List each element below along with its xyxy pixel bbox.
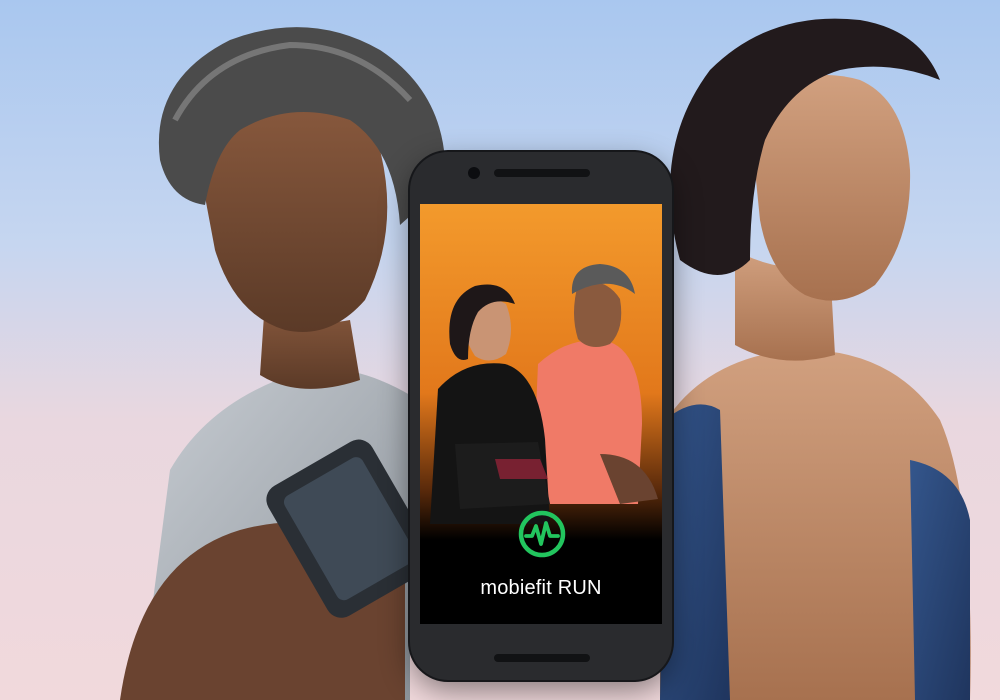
app-splash-screen[interactable]: mobiefit RUN	[420, 204, 662, 624]
bottom-speaker	[494, 654, 590, 662]
promo-scene: mobiefit RUN	[0, 0, 1000, 700]
earpiece-speaker	[494, 169, 590, 177]
smartphone: mobiefit RUN	[410, 152, 672, 680]
app-brand-name: mobiefit RUN	[480, 577, 602, 599]
app-hero-image	[420, 204, 662, 624]
front-camera	[468, 167, 480, 179]
female-runner-illustration	[660, 18, 971, 700]
mobiefit-logo-icon	[518, 510, 566, 558]
